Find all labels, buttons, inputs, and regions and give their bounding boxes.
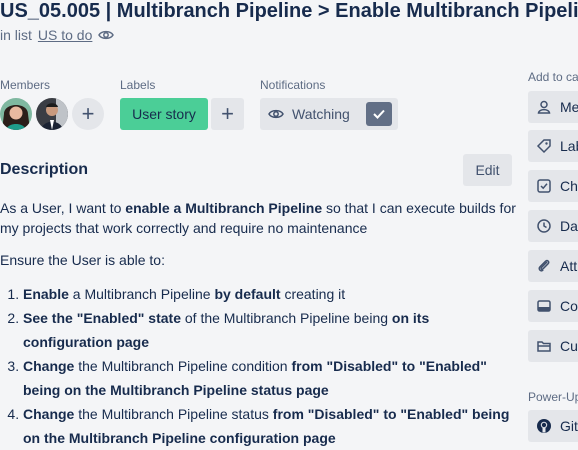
- check-icon[interactable]: [366, 102, 392, 126]
- description-body[interactable]: As a User, I want to enable a Multibranc…: [0, 198, 520, 450]
- text-run: the Multibranch Pipeline condition: [74, 358, 292, 374]
- checklist-side-label: Che: [560, 178, 578, 194]
- edit-description-button[interactable]: Edit: [463, 154, 512, 186]
- card-list-info: in list US to do: [0, 27, 115, 43]
- members-heading: Members: [0, 78, 51, 92]
- card-title[interactable]: US_05.005 | Multibranch Pipeline > Enabl…: [0, 0, 578, 24]
- label-user-story[interactable]: User story: [120, 98, 208, 130]
- dates-side-button[interactable]: Dat: [528, 210, 578, 242]
- text-run: a Multibranch Pipeline: [68, 286, 215, 302]
- bold-run: See the "Enabled" state: [23, 310, 181, 326]
- text-run: creating it: [280, 286, 346, 302]
- list-item: Change the Multibranch Pipeline status f…: [23, 402, 520, 450]
- list-name-link[interactable]: US to do: [38, 27, 92, 43]
- member-avatar-2[interactable]: [36, 98, 68, 130]
- bold-run: Change: [23, 406, 75, 422]
- github-powerup-label: Git: [560, 418, 578, 434]
- attachment-side-button[interactable]: Att: [528, 250, 578, 282]
- cover-side-label: Cov: [560, 298, 578, 314]
- text-run: of the Multibranch Pipeline being: [181, 310, 392, 326]
- cover-icon: [536, 298, 552, 314]
- power-ups-heading: Power-Up: [528, 390, 578, 404]
- members-side-button[interactable]: Me: [528, 91, 578, 123]
- description-paragraph: Ensure the User is able to:: [0, 252, 165, 268]
- in-list-prefix: in list: [0, 27, 32, 43]
- watch-label: Watching: [292, 106, 350, 122]
- list-item: Change the Multibranch Pipeline conditio…: [23, 354, 520, 402]
- list-item: See the "Enabled" state of the Multibran…: [23, 306, 520, 354]
- custom-fields-side-label: Cus: [560, 338, 578, 354]
- add-member-button[interactable]: +: [72, 98, 104, 130]
- list-item: Enable a Multibranch Pipeline by default…: [23, 282, 520, 306]
- text-run: the Multibranch Pipeline status: [74, 406, 273, 422]
- description-heading: Description: [0, 161, 89, 178]
- attachment-side-label: Att: [560, 258, 578, 274]
- dates-side-label: Dat: [560, 218, 578, 234]
- bold-run: Change: [23, 358, 75, 374]
- labels-side-label: Lab: [560, 138, 578, 154]
- person-icon: [536, 99, 552, 115]
- description-paragraph: As a User, I want to enable a Multibranc…: [0, 198, 520, 238]
- member-avatar-1[interactable]: [0, 98, 32, 130]
- tag-icon: [536, 138, 552, 154]
- eye-icon: [98, 27, 115, 43]
- text-run: As a User, I want to: [0, 200, 126, 216]
- labels-heading: Labels: [120, 78, 156, 92]
- add-to-card-heading: Add to ca: [528, 70, 578, 84]
- checklist-icon: [536, 178, 552, 194]
- bold-run: enable a Multibranch Pipeline: [125, 200, 323, 216]
- requirements-list: Enable a Multibranch Pipeline by default…: [0, 282, 520, 450]
- members-side-label: Me: [560, 99, 578, 115]
- github-powerup-button[interactable]: Git: [528, 410, 578, 442]
- custom-fields-side-button[interactable]: Cus: [528, 330, 578, 362]
- cover-side-button[interactable]: Cov: [528, 290, 578, 322]
- eye-icon: [268, 107, 284, 126]
- watch-button[interactable]: Watching: [260, 98, 398, 130]
- custom-fields-icon: [536, 338, 552, 354]
- paperclip-icon: [536, 258, 552, 274]
- add-label-button[interactable]: +: [211, 98, 244, 130]
- labels-side-button[interactable]: Lab: [528, 130, 578, 162]
- notifications-heading: Notifications: [260, 78, 326, 92]
- checklist-side-button[interactable]: Che: [528, 170, 578, 202]
- bold-run: Enable: [23, 286, 69, 302]
- github-icon: [536, 418, 552, 434]
- clock-icon: [536, 218, 552, 234]
- bold-run: by default: [214, 286, 281, 302]
